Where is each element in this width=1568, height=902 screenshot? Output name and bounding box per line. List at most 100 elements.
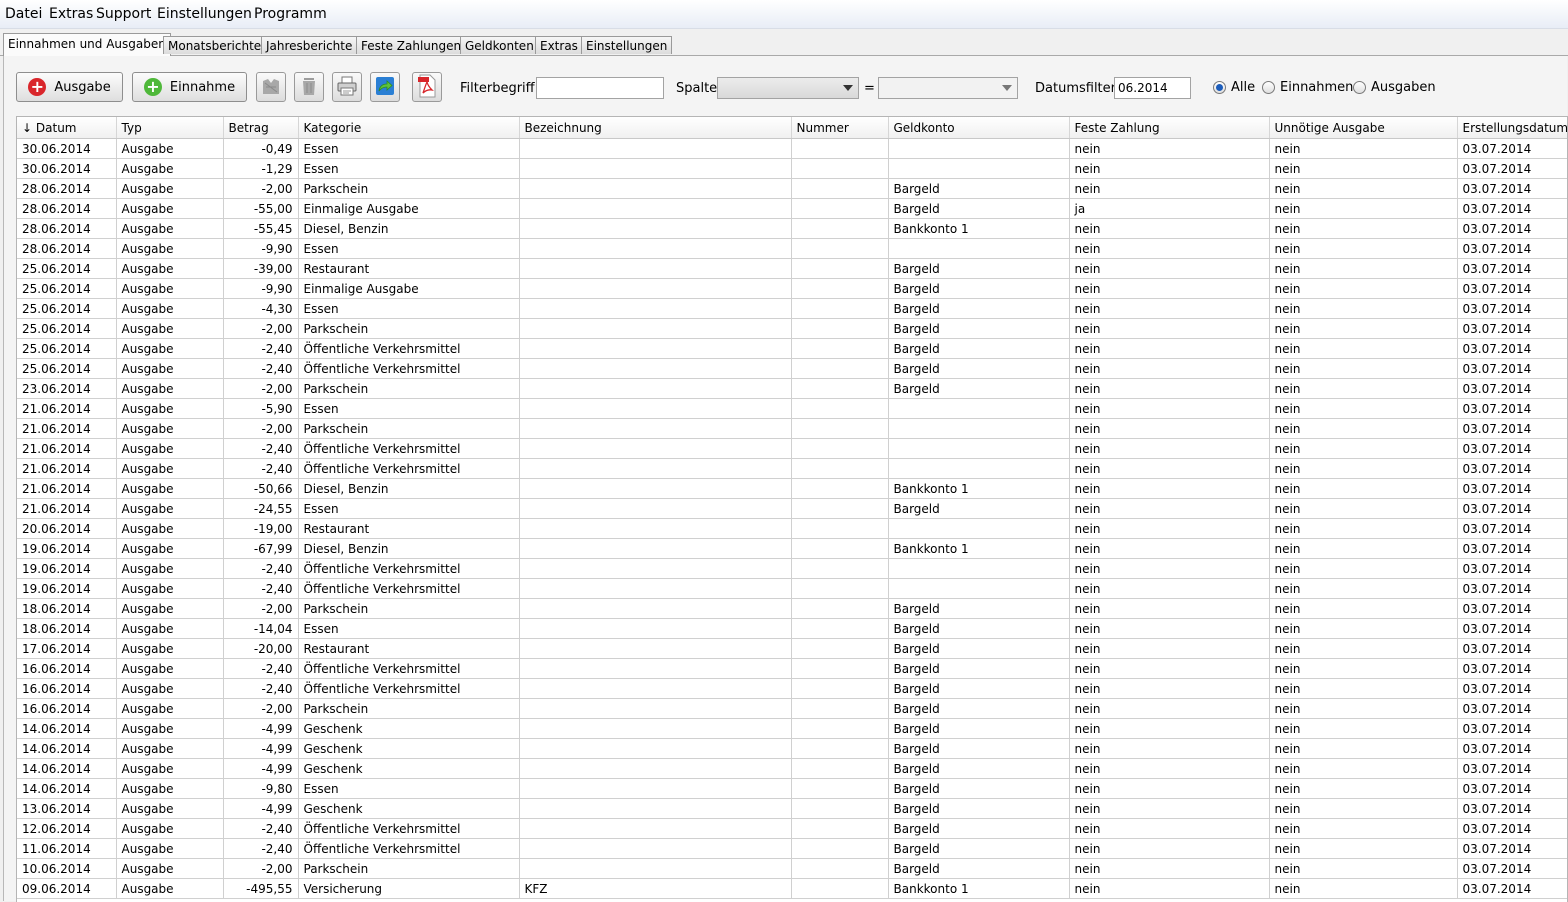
cell-betrag[interactable]: -14,04 — [223, 618, 299, 639]
cell-bezeichnung[interactable] — [519, 658, 792, 679]
column-header-datum[interactable]: ↓ Datum — [17, 117, 117, 139]
cell-feste-zahlung[interactable]: nein — [1069, 338, 1270, 359]
cell-betrag[interactable]: -4,99 — [223, 758, 299, 779]
table-row[interactable]: 25.06.2014 Ausgabe -2,40 Öffentliche Verkeh… — [17, 358, 1567, 379]
cell-geldkonto[interactable] — [888, 138, 1070, 159]
cell-unnoetige-ausgabe[interactable]: nein — [1269, 618, 1458, 639]
cell-bezeichnung[interactable] — [519, 318, 792, 339]
cell-unnoetige-ausgabe[interactable]: nein — [1269, 138, 1458, 159]
cell-datum[interactable]: 28.06.2014 — [17, 238, 117, 259]
cell-bezeichnung[interactable] — [519, 218, 792, 239]
cell-nummer[interactable] — [791, 678, 889, 699]
cell-datum[interactable]: 17.06.2014 — [17, 638, 117, 659]
cell-nummer[interactable] — [791, 418, 889, 439]
cell-typ[interactable]: Ausgabe — [116, 818, 224, 839]
cell-betrag[interactable]: -1,29 — [223, 158, 299, 179]
cell-datum[interactable]: 19.06.2014 — [17, 558, 117, 579]
cell-nummer[interactable] — [791, 158, 889, 179]
cell-typ[interactable]: Ausgabe — [116, 678, 224, 699]
cell-betrag[interactable]: -4,99 — [223, 738, 299, 759]
cell-datum[interactable]: 30.06.2014 — [17, 158, 117, 179]
cell-feste-zahlung[interactable]: nein — [1069, 498, 1270, 519]
cell-erstellungsdatum[interactable]: 03.07.2014 — [1457, 378, 1567, 399]
cell-typ[interactable]: Ausgabe — [116, 718, 224, 739]
cell-typ[interactable]: Ausgabe — [116, 878, 224, 899]
table-row[interactable]: 25.06.2014 Ausgabe -2,40 Öffentliche Verkeh… — [17, 338, 1567, 359]
cell-erstellungsdatum[interactable]: 03.07.2014 — [1457, 838, 1567, 859]
cell-betrag[interactable]: -4,30 — [223, 298, 299, 319]
cell-bezeichnung[interactable] — [519, 138, 792, 159]
cell-erstellungsdatum[interactable]: 03.07.2014 — [1457, 798, 1567, 819]
cell-erstellungsdatum[interactable]: 03.07.2014 — [1457, 278, 1567, 299]
cell-bezeichnung[interactable] — [519, 638, 792, 659]
cell-typ[interactable]: Ausgabe — [116, 458, 224, 479]
cell-datum[interactable]: 19.06.2014 — [17, 578, 117, 599]
cell-bezeichnung[interactable] — [519, 758, 792, 779]
cell-nummer[interactable] — [791, 558, 889, 579]
cell-erstellungsdatum[interactable]: 03.07.2014 — [1457, 638, 1567, 659]
cell-bezeichnung[interactable] — [519, 198, 792, 219]
cell-typ[interactable]: Ausgabe — [116, 298, 224, 319]
cell-unnoetige-ausgabe[interactable]: nein — [1269, 338, 1458, 359]
cell-geldkonto[interactable] — [888, 518, 1070, 539]
cell-datum[interactable]: 18.06.2014 — [17, 618, 117, 639]
cell-unnoetige-ausgabe[interactable]: nein — [1269, 358, 1458, 379]
cell-unnoetige-ausgabe[interactable]: nein — [1269, 318, 1458, 339]
cell-geldkonto[interactable]: Bargeld — [888, 738, 1070, 759]
radio-einnahmen[interactable]: Einnahmen — [1262, 80, 1353, 95]
cell-typ[interactable]: Ausgabe — [116, 158, 224, 179]
cell-nummer[interactable] — [791, 838, 889, 859]
table-row[interactable]: 28.06.2014 Ausgabe -55,45 Diesel, Benzin Ban… — [17, 218, 1567, 239]
cell-bezeichnung[interactable] — [519, 678, 792, 699]
cell-betrag[interactable]: -4,99 — [223, 798, 299, 819]
table-row[interactable]: 30.06.2014 Ausgabe -0,49 Essen nein nein 03.07… — [17, 138, 1567, 159]
cell-nummer[interactable] — [791, 218, 889, 239]
cell-datum[interactable]: 28.06.2014 — [17, 218, 117, 239]
cell-erstellungsdatum[interactable]: 03.07.2014 — [1457, 698, 1567, 719]
cell-typ[interactable]: Ausgabe — [116, 858, 224, 879]
cell-bezeichnung[interactable] — [519, 598, 792, 619]
cell-nummer[interactable] — [791, 478, 889, 499]
cell-datum[interactable]: 14.06.2014 — [17, 718, 117, 739]
cell-kategorie[interactable]: Parkschein — [298, 858, 520, 879]
cell-bezeichnung[interactable] — [519, 358, 792, 379]
cell-erstellungsdatum[interactable]: 03.07.2014 — [1457, 458, 1567, 479]
cell-unnoetige-ausgabe[interactable]: nein — [1269, 278, 1458, 299]
radio-ausgaben-circle[interactable] — [1353, 81, 1366, 94]
cell-unnoetige-ausgabe[interactable]: nein — [1269, 198, 1458, 219]
cell-feste-zahlung[interactable]: nein — [1069, 758, 1270, 779]
cell-nummer[interactable] — [791, 778, 889, 799]
column-header-typ[interactable]: Typ — [116, 117, 224, 139]
cell-geldkonto[interactable] — [888, 418, 1070, 439]
cell-datum[interactable]: 12.06.2014 — [17, 818, 117, 839]
cell-kategorie[interactable]: Geschenk — [298, 758, 520, 779]
spalte-select[interactable] — [717, 77, 859, 99]
cell-geldkonto[interactable]: Bargeld — [888, 338, 1070, 359]
cell-erstellungsdatum[interactable]: 03.07.2014 — [1457, 758, 1567, 779]
export-button[interactable] — [370, 72, 400, 102]
cell-nummer[interactable] — [791, 258, 889, 279]
cell-unnoetige-ausgabe[interactable]: nein — [1269, 638, 1458, 659]
cell-feste-zahlung[interactable]: nein — [1069, 618, 1270, 639]
cell-geldkonto[interactable]: Bargeld — [888, 758, 1070, 779]
cell-unnoetige-ausgabe[interactable]: nein — [1269, 418, 1458, 439]
cell-erstellungsdatum[interactable]: 03.07.2014 — [1457, 318, 1567, 339]
cell-unnoetige-ausgabe[interactable]: nein — [1269, 658, 1458, 679]
cell-bezeichnung[interactable] — [519, 538, 792, 559]
cell-geldkonto[interactable]: Bargeld — [888, 798, 1070, 819]
cell-betrag[interactable]: -55,45 — [223, 218, 299, 239]
cell-geldkonto[interactable]: Bargeld — [888, 638, 1070, 659]
cell-betrag[interactable]: -2,00 — [223, 598, 299, 619]
cell-nummer[interactable] — [791, 178, 889, 199]
menu-extras[interactable]: Extras — [49, 6, 93, 22]
cell-unnoetige-ausgabe[interactable]: nein — [1269, 158, 1458, 179]
cell-nummer[interactable] — [791, 318, 889, 339]
cell-nummer[interactable] — [791, 498, 889, 519]
cell-nummer[interactable] — [791, 718, 889, 739]
cell-datum[interactable]: 20.06.2014 — [17, 518, 117, 539]
cell-typ[interactable]: Ausgabe — [116, 378, 224, 399]
cell-typ[interactable]: Ausgabe — [116, 778, 224, 799]
menu-datei[interactable]: Datei — [5, 6, 42, 22]
cell-betrag[interactable]: -495,55 — [223, 878, 299, 899]
cell-unnoetige-ausgabe[interactable]: nein — [1269, 458, 1458, 479]
